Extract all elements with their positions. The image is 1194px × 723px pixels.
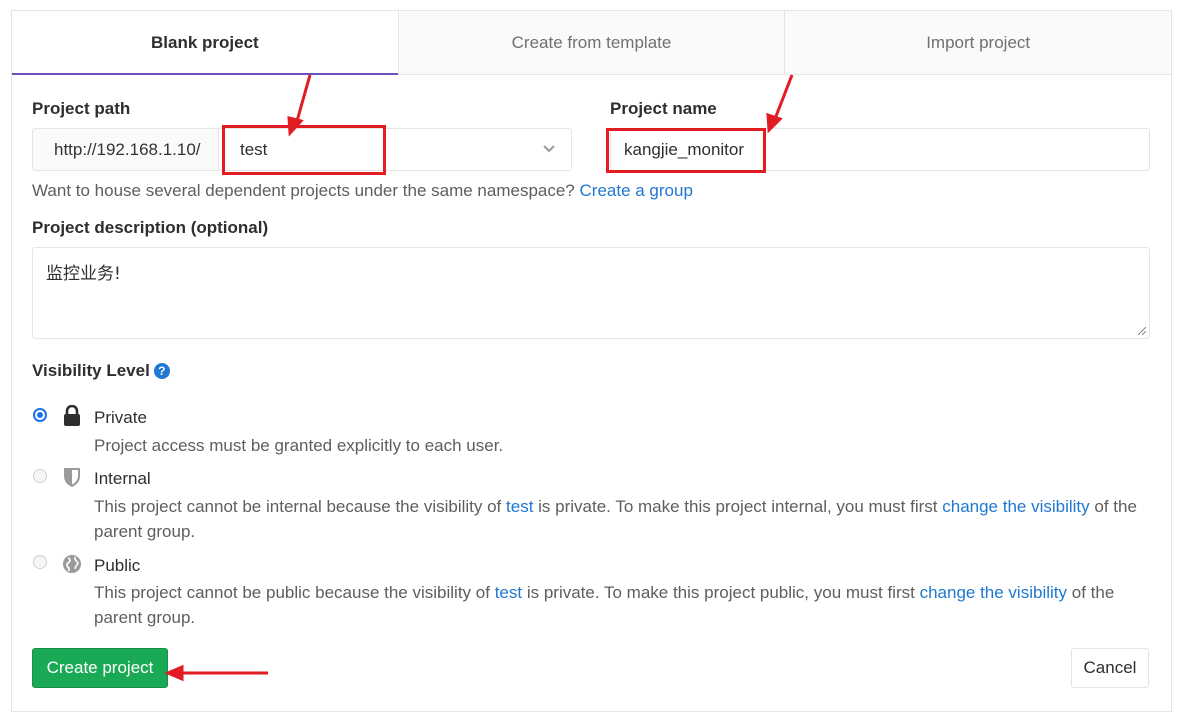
radio-private[interactable] [33, 408, 47, 422]
radio-internal[interactable] [33, 469, 47, 483]
namespace-value: test [240, 140, 268, 159]
visibility-private-desc: Project access must be granted explicitl… [94, 436, 504, 455]
chevron-down-icon [543, 145, 555, 153]
visibility-public-title: Public [94, 556, 141, 575]
radio-public[interactable] [33, 555, 47, 569]
visibility-level-text: Visibility Level [32, 361, 150, 380]
public-change-visibility-link[interactable]: change the visibility [920, 583, 1067, 602]
project-tabs: Blank project Create from template Impor… [12, 11, 1172, 75]
public-group-link[interactable]: test [495, 583, 522, 602]
project-path-group: http://192.168.1.10/ test [32, 128, 572, 171]
internal-desc-text-1: This project cannot be internal because … [94, 497, 502, 516]
public-desc-text-2: is private. To make this project public,… [526, 583, 915, 602]
project-path-prefix: http://192.168.1.10/ [32, 128, 218, 171]
visibility-internal-title: Internal [94, 469, 151, 488]
project-name-input[interactable]: kangjie_monitor [610, 128, 1150, 171]
project-path-label: Project path [32, 99, 131, 118]
globe-icon [63, 555, 81, 573]
cancel-button[interactable]: Cancel [1071, 648, 1149, 688]
internal-desc-text-2: is private. To make this project interna… [538, 497, 938, 516]
create-project-button[interactable]: Create project [32, 648, 168, 688]
tab-blank-project[interactable]: Blank project [12, 11, 398, 75]
resize-grip-icon[interactable] [1137, 326, 1147, 336]
create-group-link[interactable]: Create a group [580, 181, 693, 200]
internal-change-visibility-link[interactable]: change the visibility [942, 497, 1089, 516]
shield-icon [64, 468, 80, 487]
project-description-value: 监控业务! [46, 264, 121, 284]
tab-create-from-template[interactable]: Create from template [397, 11, 785, 75]
visibility-level-label: Visibility Level? [32, 361, 170, 381]
project-description-textarea[interactable]: 监控业务! [32, 247, 1150, 339]
namespace-help: Want to house several dependent projects… [32, 181, 693, 201]
project-name-label: Project name [610, 99, 717, 118]
help-icon[interactable]: ? [153, 363, 170, 379]
visibility-public-desc: This project cannot be public because th… [94, 580, 1154, 630]
visibility-internal-desc: This project cannot be internal because … [94, 494, 1154, 544]
namespace-help-text: Want to house several dependent projects… [32, 181, 575, 200]
internal-group-link[interactable]: test [506, 497, 533, 516]
project-description-label: Project description (optional) [32, 218, 269, 237]
namespace-select[interactable]: test [218, 128, 572, 171]
lock-icon [64, 405, 80, 426]
public-desc-text-1: This project cannot be public because th… [94, 583, 490, 602]
tab-import-project[interactable]: Import project [784, 11, 1172, 75]
visibility-private-title: Private [94, 408, 147, 427]
